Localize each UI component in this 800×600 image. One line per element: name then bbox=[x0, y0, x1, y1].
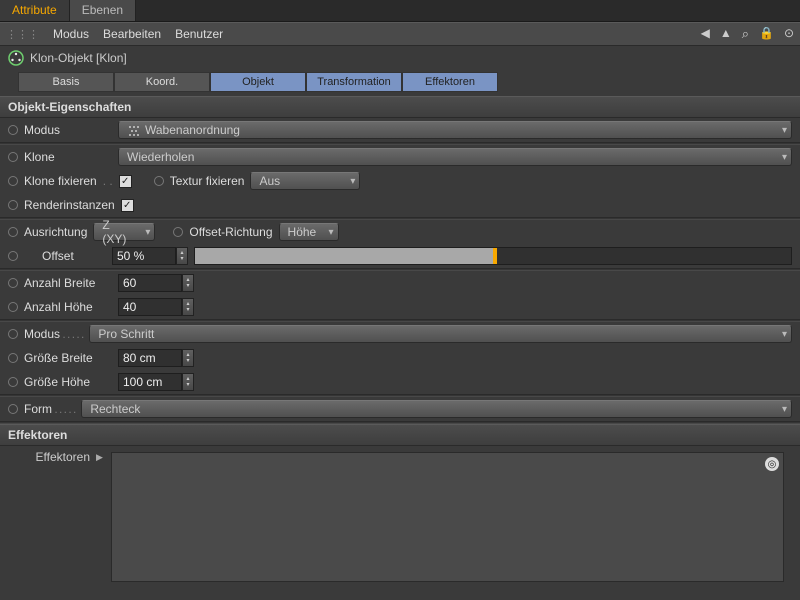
list-target-icon[interactable]: ◎ bbox=[765, 457, 779, 471]
label-modus-2: Modus bbox=[24, 327, 83, 341]
anim-dot[interactable] bbox=[8, 227, 18, 237]
row-klone: Klone Wiederholen bbox=[0, 145, 800, 169]
honeycomb-icon bbox=[127, 123, 141, 137]
input-offset[interactable] bbox=[112, 247, 176, 265]
label-klone-fixieren: Klone fixieren bbox=[24, 174, 97, 188]
input-groesse-breite[interactable] bbox=[118, 349, 182, 367]
anim-dot[interactable] bbox=[173, 227, 183, 237]
tab-koord[interactable]: Koord. bbox=[114, 72, 210, 92]
label-renderinstanzen: Renderinstanzen bbox=[24, 198, 115, 212]
menu-bar: ⋮⋮⋮ Modus Bearbeiten Benutzer ◀ ▲ ⌕ 🔒 ⊙ bbox=[0, 22, 800, 46]
anim-dot[interactable] bbox=[154, 176, 164, 186]
anim-dot[interactable] bbox=[8, 176, 18, 186]
grip-icon: ⋮⋮⋮ bbox=[6, 28, 39, 41]
menu-modus[interactable]: Modus bbox=[53, 27, 89, 41]
section-objekt-eigenschaften: Objekt-Eigenschaften bbox=[0, 96, 800, 118]
spinner-anzahl-breite[interactable]: ▴▾ bbox=[182, 274, 194, 292]
anim-dot[interactable] bbox=[8, 152, 18, 162]
anim-dot[interactable] bbox=[8, 377, 18, 387]
input-anzahl-hoehe[interactable] bbox=[118, 298, 182, 316]
label-anzahl-hoehe: Anzahl Höhe bbox=[24, 300, 112, 314]
label-offset: Offset bbox=[42, 249, 106, 263]
dropdown-modus-2[interactable]: Pro Schritt bbox=[89, 325, 792, 343]
anim-dot[interactable] bbox=[8, 251, 18, 261]
label-textur-fixieren: Textur fixieren bbox=[170, 174, 245, 188]
row-effektoren-list: Effektoren ▶ ◎ bbox=[0, 446, 800, 594]
checkbox-renderinstanzen[interactable]: ✓ bbox=[121, 199, 134, 212]
label-groesse-hoehe: Größe Höhe bbox=[24, 375, 112, 389]
effektoren-drop-area[interactable]: ◎ bbox=[111, 452, 784, 582]
row-ausrichtung: Ausrichtung Z (XY) Offset-Richtung Höhe bbox=[0, 220, 800, 244]
lock-icon[interactable]: 🔒 bbox=[759, 26, 774, 42]
search-icon[interactable]: ⌕ bbox=[742, 26, 749, 42]
label-klone: Klone bbox=[24, 150, 112, 164]
top-tab-bar: Attribute Ebenen bbox=[0, 0, 800, 22]
label-anzahl-breite: Anzahl Breite bbox=[24, 276, 112, 290]
anim-dot[interactable] bbox=[8, 200, 18, 210]
row-modus-2: Modus Pro Schritt bbox=[0, 322, 800, 346]
tab-ebenen[interactable]: Ebenen bbox=[70, 0, 136, 21]
dropdown-textur-fixieren[interactable]: Aus bbox=[250, 172, 360, 190]
label-modus: Modus bbox=[24, 123, 112, 137]
label-effektoren: Effektoren bbox=[8, 450, 96, 464]
property-tabs: Basis Koord. Objekt Transformation Effek… bbox=[0, 70, 800, 96]
row-anzahl-hoehe: Anzahl Höhe ▴▾ bbox=[0, 295, 800, 319]
anim-dot[interactable] bbox=[8, 278, 18, 288]
menu-bearbeiten[interactable]: Bearbeiten bbox=[103, 27, 161, 41]
anim-dot[interactable] bbox=[8, 404, 18, 414]
spinner-groesse-hoehe[interactable]: ▴▾ bbox=[182, 373, 194, 391]
tab-attribute[interactable]: Attribute bbox=[0, 0, 70, 21]
anim-dot[interactable] bbox=[8, 125, 18, 135]
anim-dot[interactable] bbox=[8, 353, 18, 363]
input-groesse-hoehe[interactable] bbox=[118, 373, 182, 391]
cloner-icon bbox=[8, 50, 24, 66]
row-renderinstanzen: Renderinstanzen ✓ bbox=[0, 193, 800, 217]
label-offset-richtung: Offset-Richtung bbox=[189, 225, 272, 239]
tab-objekt[interactable]: Objekt bbox=[210, 72, 306, 92]
nav-back-icon[interactable]: ◀ bbox=[701, 26, 710, 42]
label-groesse-breite: Größe Breite bbox=[24, 351, 112, 365]
dropdown-offset-richtung-value: Höhe bbox=[288, 225, 317, 239]
row-offset: Offset ▴▾ bbox=[0, 244, 800, 268]
slider-offset[interactable] bbox=[194, 247, 792, 265]
dropdown-klone-value: Wiederholen bbox=[127, 150, 194, 164]
dropdown-form-value: Rechteck bbox=[90, 402, 140, 416]
dropdown-modus-value: Wabenanordnung bbox=[145, 123, 240, 137]
tab-basis[interactable]: Basis bbox=[18, 72, 114, 92]
row-modus: Modus Wabenanordnung bbox=[0, 118, 800, 142]
tab-effektoren[interactable]: Effektoren bbox=[402, 72, 498, 92]
dropdown-klone[interactable]: Wiederholen bbox=[118, 148, 792, 166]
row-groesse-hoehe: Größe Höhe ▴▾ bbox=[0, 370, 800, 394]
input-anzahl-breite[interactable] bbox=[118, 274, 182, 292]
menu-benutzer[interactable]: Benutzer bbox=[175, 27, 223, 41]
tab-transformation[interactable]: Transformation bbox=[306, 72, 402, 92]
dropdown-textur-value: Aus bbox=[259, 174, 280, 188]
row-form: Form Rechteck bbox=[0, 397, 800, 421]
dropdown-modus[interactable]: Wabenanordnung bbox=[118, 121, 792, 139]
object-title-row: Klon-Objekt [Klon] bbox=[0, 46, 800, 70]
row-anzahl-breite: Anzahl Breite ▴▾ bbox=[0, 271, 800, 295]
section-effektoren: Effektoren bbox=[0, 424, 800, 446]
dropdown-ausrichtung[interactable]: Z (XY) bbox=[93, 223, 155, 241]
dropdown-offset-richtung[interactable]: Höhe bbox=[279, 223, 339, 241]
anim-dot[interactable] bbox=[8, 329, 18, 339]
spinner-groesse-breite[interactable]: ▴▾ bbox=[182, 349, 194, 367]
spinner-anzahl-hoehe[interactable]: ▴▾ bbox=[182, 298, 194, 316]
dropdown-form[interactable]: Rechteck bbox=[81, 400, 792, 418]
settings-icon[interactable]: ⊙ bbox=[784, 26, 794, 42]
object-title: Klon-Objekt [Klon] bbox=[30, 51, 127, 65]
checkbox-klone-fixieren[interactable]: ✓ bbox=[119, 175, 132, 188]
row-groesse-breite: Größe Breite ▴▾ bbox=[0, 346, 800, 370]
label-form: Form bbox=[24, 402, 75, 416]
dropdown-ausrichtung-value: Z (XY) bbox=[102, 218, 136, 246]
nav-up-icon[interactable]: ▲ bbox=[720, 26, 732, 42]
anim-dot[interactable] bbox=[8, 302, 18, 312]
dropdown-modus-2-value: Pro Schritt bbox=[98, 327, 154, 341]
label-ausrichtung: Ausrichtung bbox=[24, 225, 87, 239]
expand-arrow-icon[interactable]: ▶ bbox=[96, 450, 103, 463]
row-klone-fixieren: Klone fixieren . . ✓ Textur fixieren Aus bbox=[0, 169, 800, 193]
spinner-offset[interactable]: ▴▾ bbox=[176, 247, 188, 265]
